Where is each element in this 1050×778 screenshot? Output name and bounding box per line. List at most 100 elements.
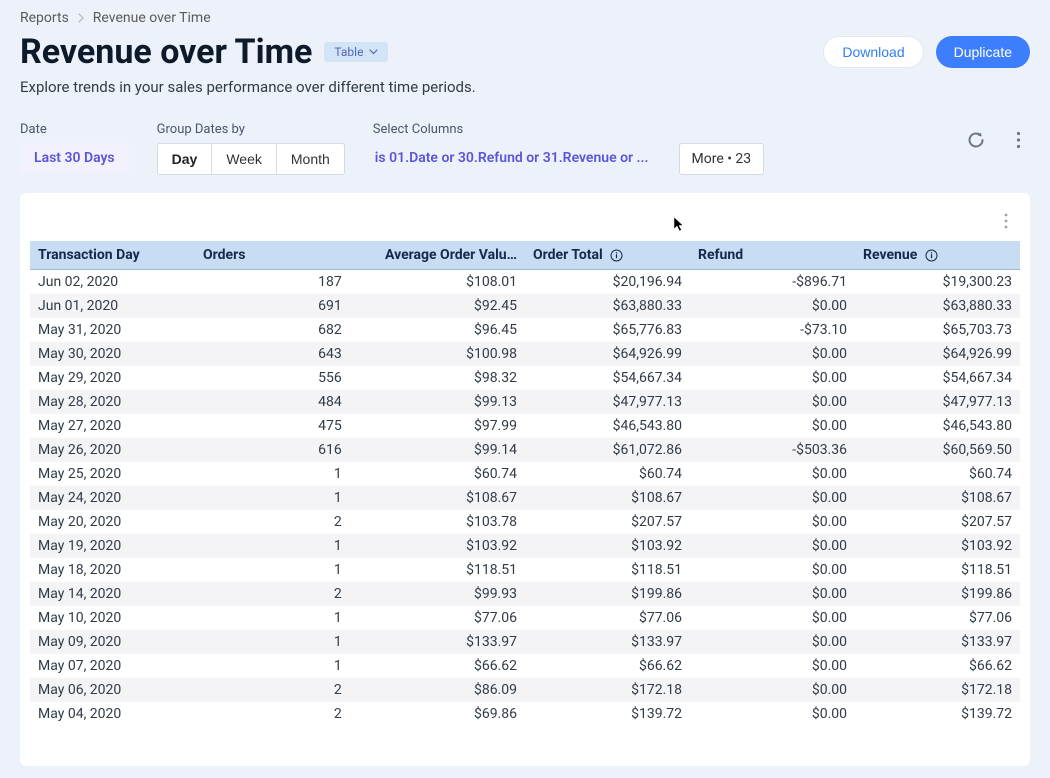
chevron-down-icon xyxy=(369,49,378,55)
cell-aov: $133.97 xyxy=(350,630,525,654)
table-row[interactable]: Jun 01, 2020691$92.45$63,880.33$0.00$63,… xyxy=(30,294,1020,318)
table-row[interactable]: May 06, 20202$86.09$172.18$0.00$172.18 xyxy=(30,678,1020,702)
cell-revenue: $77.06 xyxy=(855,606,1020,630)
cell-refund: $0.00 xyxy=(690,558,855,582)
cell-aov: $96.45 xyxy=(350,318,525,342)
table-row[interactable]: May 19, 20201$103.92$103.92$0.00$103.92 xyxy=(30,534,1020,558)
cell-total: $207.57 xyxy=(525,510,690,534)
table-row[interactable]: May 27, 2020475$97.99$46,543.80$0.00$46,… xyxy=(30,414,1020,438)
cell-refund: $0.00 xyxy=(690,534,855,558)
select-columns-label: Select Columns xyxy=(373,122,651,137)
date-filter-chip[interactable]: Last 30 Days xyxy=(20,143,129,173)
cell-date: May 18, 2020 xyxy=(30,558,195,582)
cell-orders: 682 xyxy=(195,318,350,342)
cell-total: $60.74 xyxy=(525,462,690,486)
cell-revenue: $108.67 xyxy=(855,486,1020,510)
table-more-menu-icon[interactable] xyxy=(994,209,1018,233)
cell-orders: 616 xyxy=(195,438,350,462)
cell-total: $64,926.99 xyxy=(525,342,690,366)
table-row[interactable]: May 26, 2020616$99.14$61,072.86-$503.36$… xyxy=(30,438,1020,462)
cell-revenue: $139.72 xyxy=(855,702,1020,726)
cell-date: May 07, 2020 xyxy=(30,654,195,678)
cell-orders: 556 xyxy=(195,366,350,390)
cell-date: May 06, 2020 xyxy=(30,678,195,702)
cell-orders: 1 xyxy=(195,606,350,630)
table-row[interactable]: May 25, 20201$60.74$60.74$0.00$60.74 xyxy=(30,462,1020,486)
cell-refund: $0.00 xyxy=(690,606,855,630)
table-row[interactable]: May 31, 2020682$96.45$65,776.83-$73.10$6… xyxy=(30,318,1020,342)
cell-orders: 1 xyxy=(195,558,350,582)
cell-orders: 1 xyxy=(195,654,350,678)
cell-orders: 2 xyxy=(195,678,350,702)
info-icon[interactable] xyxy=(610,249,623,262)
more-filters-chip[interactable]: More • 23 xyxy=(679,143,765,175)
table-row[interactable]: May 20, 20202$103.78$207.57$0.00$207.57 xyxy=(30,510,1020,534)
info-icon[interactable] xyxy=(925,249,938,262)
table-row[interactable]: May 09, 20201$133.97$133.97$0.00$133.97 xyxy=(30,630,1020,654)
col-header-date[interactable]: Transaction Day xyxy=(30,241,195,270)
group-week-button[interactable]: Week xyxy=(211,144,276,174)
table-row[interactable]: May 04, 20202$69.86$139.72$0.00$139.72 xyxy=(30,702,1020,726)
cell-aov: $99.13 xyxy=(350,390,525,414)
cell-date: May 24, 2020 xyxy=(30,486,195,510)
cell-aov: $98.32 xyxy=(350,366,525,390)
cell-aov: $100.98 xyxy=(350,342,525,366)
select-columns-chip[interactable]: is 01.Date or 30.Refund or 31.Revenue or… xyxy=(373,143,651,173)
cell-date: May 25, 2020 xyxy=(30,462,195,486)
cell-total: $63,880.33 xyxy=(525,294,690,318)
cell-total: $54,667.34 xyxy=(525,366,690,390)
view-mode-label: Table xyxy=(334,45,363,59)
table-row[interactable]: May 18, 20201$118.51$118.51$0.00$118.51 xyxy=(30,558,1020,582)
cell-revenue: $63,880.33 xyxy=(855,294,1020,318)
cell-aov: $97.99 xyxy=(350,414,525,438)
refresh-icon[interactable] xyxy=(964,128,988,152)
cell-total: $46,543.80 xyxy=(525,414,690,438)
breadcrumb-root[interactable]: Reports xyxy=(20,10,69,26)
cell-refund: $0.00 xyxy=(690,366,855,390)
cell-date: May 04, 2020 xyxy=(30,702,195,726)
download-button[interactable]: Download xyxy=(823,36,923,68)
col-header-revenue[interactable]: Revenue xyxy=(855,241,1020,270)
cell-orders: 1 xyxy=(195,486,350,510)
view-mode-chip[interactable]: Table xyxy=(324,42,388,62)
duplicate-button[interactable]: Duplicate xyxy=(936,36,1030,68)
cell-refund: $0.00 xyxy=(690,294,855,318)
table-row[interactable]: Jun 02, 2020187$108.01$20,196.94-$896.71… xyxy=(30,270,1020,295)
group-day-button[interactable]: Day xyxy=(158,144,212,174)
cell-refund: $0.00 xyxy=(690,630,855,654)
cell-total: $118.51 xyxy=(525,558,690,582)
chevron-right-icon xyxy=(77,13,85,23)
table-row[interactable]: May 29, 2020556$98.32$54,667.34$0.00$54,… xyxy=(30,366,1020,390)
cell-revenue: $60.74 xyxy=(855,462,1020,486)
cell-aov: $86.09 xyxy=(350,678,525,702)
table-row[interactable]: May 07, 20201$66.62$66.62$0.00$66.62 xyxy=(30,654,1020,678)
col-header-total[interactable]: Order Total xyxy=(525,241,690,270)
table-row[interactable]: May 10, 20201$77.06$77.06$0.00$77.06 xyxy=(30,606,1020,630)
col-header-refund[interactable]: Refund xyxy=(690,241,855,270)
group-dates-label: Group Dates by xyxy=(157,122,345,137)
cell-orders: 1 xyxy=(195,462,350,486)
group-month-button[interactable]: Month xyxy=(276,144,344,174)
table-row[interactable]: May 24, 20201$108.67$108.67$0.00$108.67 xyxy=(30,486,1020,510)
group-dates-segmented: Day Week Month xyxy=(157,143,345,175)
cell-refund: $0.00 xyxy=(690,342,855,366)
more-menu-icon[interactable] xyxy=(1006,128,1030,152)
cell-revenue: $103.92 xyxy=(855,534,1020,558)
cell-revenue: $133.97 xyxy=(855,630,1020,654)
table-row[interactable]: May 28, 2020484$99.13$47,977.13$0.00$47,… xyxy=(30,390,1020,414)
col-header-orders[interactable]: Orders xyxy=(195,241,350,270)
breadcrumb: Reports Revenue over Time xyxy=(20,10,1030,26)
date-filter-label: Date xyxy=(20,122,129,137)
cell-aov: $60.74 xyxy=(350,462,525,486)
table-row[interactable]: May 14, 20202$99.93$199.86$0.00$199.86 xyxy=(30,582,1020,606)
cell-revenue: $60,569.50 xyxy=(855,438,1020,462)
cell-refund: -$896.71 xyxy=(690,270,855,295)
cell-refund: -$503.36 xyxy=(690,438,855,462)
cell-revenue: $172.18 xyxy=(855,678,1020,702)
col-header-aov[interactable]: Average Order Valu… xyxy=(350,241,525,270)
cell-refund: $0.00 xyxy=(690,702,855,726)
table-row[interactable]: May 30, 2020643$100.98$64,926.99$0.00$64… xyxy=(30,342,1020,366)
cell-revenue: $54,667.34 xyxy=(855,366,1020,390)
cell-aov: $66.62 xyxy=(350,654,525,678)
cell-refund: $0.00 xyxy=(690,486,855,510)
